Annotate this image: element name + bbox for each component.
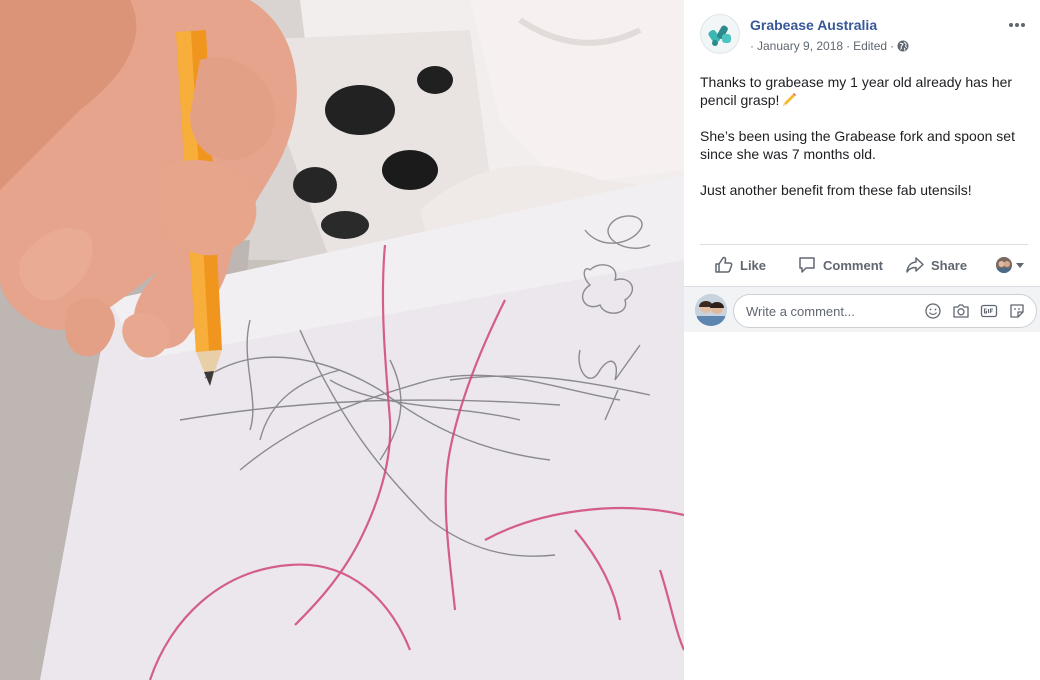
camera-icon[interactable] — [952, 302, 970, 320]
page-name-link[interactable]: Grabease Australia — [750, 17, 877, 33]
post-date[interactable]: January 9, 2018 — [757, 39, 843, 53]
comment-box — [733, 294, 1037, 328]
divider — [700, 244, 1028, 245]
globe-icon[interactable] — [897, 40, 909, 52]
photo-child-drawing — [0, 0, 684, 680]
comment-icons — [924, 302, 1026, 320]
sticker-icon[interactable] — [1008, 302, 1026, 320]
post-paragraph: Thanks to grabease my 1 year old already… — [700, 74, 1013, 108]
page-avatar[interactable] — [700, 14, 740, 54]
post-header: Grabease Australia · January 9, 2018 · E… — [698, 14, 1028, 58]
post-body: Thanks to grabease my 1 year old already… — [700, 73, 1030, 217]
emoji-icon[interactable] — [924, 302, 942, 320]
pencil-emoji-icon — [782, 93, 797, 107]
comment-composer — [684, 286, 1040, 332]
post-photo[interactable] — [0, 0, 684, 680]
like-button[interactable]: Like — [714, 249, 766, 281]
comment-input[interactable] — [746, 295, 916, 327]
comment-as-selector[interactable] — [996, 257, 1024, 273]
share-arrow-icon — [906, 257, 924, 273]
comment-label: Comment — [823, 257, 883, 273]
share-button[interactable]: Share — [905, 249, 967, 281]
like-label: Like — [740, 257, 767, 273]
post-meta: · January 9, 2018 · Edited · — [750, 38, 909, 54]
comment-button[interactable]: Comment — [797, 249, 883, 281]
edited-label[interactable]: Edited — [853, 39, 887, 53]
avatar[interactable] — [695, 294, 727, 326]
post-paragraph: Just another benefit from these fab uten… — [700, 182, 972, 198]
speech-bubble-icon — [799, 257, 815, 273]
meta-dot: · — [750, 39, 754, 53]
gif-icon[interactable] — [980, 302, 998, 320]
post-paragraph: She’s been using the Grabease fork and s… — [700, 128, 1015, 162]
grabease-logo-icon — [708, 25, 731, 46]
more-options-icon[interactable] — [1006, 16, 1028, 34]
meta-dot: · — [846, 39, 851, 53]
post-panel: Grabease Australia · January 9, 2018 · E… — [684, 0, 1040, 680]
chevron-down-icon — [1016, 262, 1024, 268]
share-label: Share — [930, 257, 968, 273]
thumbs-up-icon — [715, 256, 733, 273]
action-bar: Like Comment Share — [700, 246, 1030, 284]
avatar — [996, 257, 1012, 273]
meta-dot: · — [890, 39, 895, 53]
